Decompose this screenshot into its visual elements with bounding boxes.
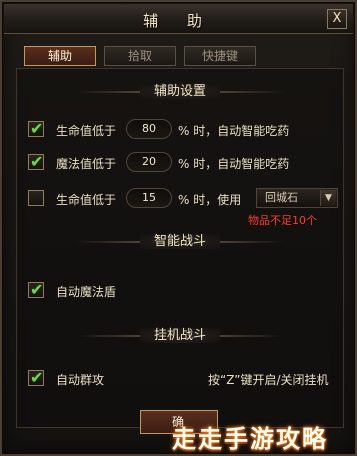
section-smart-title: 智能战斗 bbox=[139, 234, 220, 249]
tab-shortcuts[interactable]: 快捷键 bbox=[184, 46, 256, 66]
dropdown-arrow-icon[interactable]: ▼ bbox=[320, 190, 336, 206]
watermark-text: 走走手游攻略 bbox=[172, 425, 328, 453]
window-title: 辅 助 bbox=[143, 12, 214, 30]
hp-return-input[interactable]: 15 bbox=[126, 188, 172, 208]
item-select[interactable]: 回城石 ▼ bbox=[256, 188, 338, 208]
hp-threshold-input[interactable]: 80 bbox=[126, 119, 172, 139]
section-assist-title: 辅助设置 bbox=[139, 84, 220, 99]
auto-magic-shield-label: 自动魔法盾 bbox=[56, 285, 117, 299]
auto-magic-shield-checkbox[interactable]: ✔ bbox=[28, 280, 44, 299]
afk-hotkey-hint: 按“Z”键开启/关闭挂机 bbox=[208, 373, 329, 387]
hp-threshold-suffix: % 时，自动智能吃药 bbox=[178, 124, 290, 138]
hp-return-checkbox[interactable] bbox=[28, 190, 44, 206]
tab-assist[interactable]: 辅助 bbox=[24, 46, 96, 66]
auto-aoe-checkbox[interactable]: ✔ bbox=[28, 368, 44, 387]
section-afk-title: 挂机战斗 bbox=[139, 328, 220, 343]
auto-aoe-label: 自动群攻 bbox=[56, 373, 105, 387]
tab-pickup[interactable]: 拾取 bbox=[104, 46, 176, 66]
mp-threshold-input[interactable]: 20 bbox=[126, 152, 172, 172]
hp-potion-checkbox[interactable]: ✔ bbox=[28, 119, 44, 138]
check-icon: ✔ bbox=[30, 280, 44, 299]
mp-potion-checkbox[interactable]: ✔ bbox=[28, 152, 44, 171]
item-select-value: 回城石 bbox=[265, 191, 298, 204]
assist-window: 辅 助 X 辅助 拾取 快捷键 辅助设置 ✔ 生命值低于 80 % 时，自动智能… bbox=[0, 0, 357, 456]
hp-threshold-label: 生命值低于 bbox=[56, 124, 117, 138]
item-warning: 物品不足10个 bbox=[248, 214, 317, 227]
close-button[interactable]: X bbox=[327, 9, 347, 29]
section-afk-battle: 挂机战斗 bbox=[16, 324, 344, 348]
hp-return-label: 生命值低于 bbox=[56, 193, 117, 207]
mp-threshold-suffix: % 时，自动智能吃药 bbox=[178, 157, 290, 171]
mp-threshold-label: 魔法值低于 bbox=[56, 157, 117, 171]
section-smart-battle: 智能战斗 bbox=[16, 230, 344, 254]
check-icon: ✔ bbox=[30, 152, 44, 171]
tab-bar: 辅助 拾取 快捷键 bbox=[24, 46, 256, 68]
check-icon: ✔ bbox=[30, 368, 44, 387]
hp-return-suffix: % 时，使用 bbox=[178, 193, 242, 207]
check-icon: ✔ bbox=[30, 119, 44, 138]
titlebar: 辅 助 X bbox=[4, 4, 353, 34]
section-assist-settings: 辅助设置 bbox=[16, 80, 344, 104]
